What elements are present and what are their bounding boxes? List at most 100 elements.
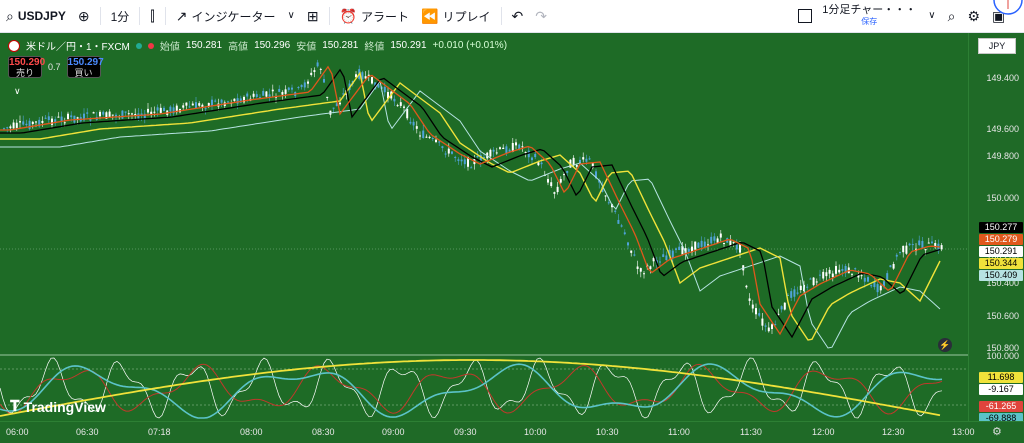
collapse-legend-button[interactable]: ∨ xyxy=(14,86,21,97)
candle-body xyxy=(425,136,428,138)
search-icon: ⌕ xyxy=(6,8,14,24)
time-axis[interactable]: ⚙ 06:00 06:30 07:18 08:00 08:30 09:00 09:30 10:… xyxy=(0,421,1024,443)
gear-icon: ⚙ xyxy=(967,8,980,24)
candle-body xyxy=(675,248,677,250)
chart-type-button[interactable]: ⫿ xyxy=(144,0,160,32)
candle-body xyxy=(198,103,201,106)
candle-body xyxy=(19,121,21,123)
indicators-dropdown[interactable]: ∨ xyxy=(282,0,301,32)
candle-body xyxy=(131,113,133,115)
candle-body xyxy=(812,277,815,286)
candle-body xyxy=(438,141,441,143)
candle-body xyxy=(764,325,767,327)
close-value: 150.291 xyxy=(390,40,427,51)
replay-button[interactable]: ⏪ リプレイ xyxy=(415,0,496,32)
candle-body xyxy=(41,120,44,123)
divider xyxy=(99,7,101,25)
candle-body xyxy=(339,102,341,105)
candle-body xyxy=(214,100,217,102)
price-tag: 150.409 xyxy=(979,270,1023,281)
low-value: 150.281 xyxy=(322,40,359,51)
candle-body xyxy=(899,252,901,254)
candle-body xyxy=(47,116,50,120)
symbol-search[interactable]: ⌕ USDJPY xyxy=(0,0,72,32)
candle-body xyxy=(307,81,309,84)
candle-body xyxy=(495,152,498,154)
candle-body xyxy=(316,62,319,67)
candle-body xyxy=(444,153,447,155)
candle-body xyxy=(188,106,191,108)
quick-search-button[interactable]: ⌕ xyxy=(942,0,962,32)
price-tag: 150.277 xyxy=(979,222,1023,233)
alert-button[interactable]: ⏰ アラート xyxy=(334,0,415,32)
alarm-clock-icon: ⏰ xyxy=(339,8,358,24)
compare-symbol-button[interactable]: ⊕ xyxy=(72,0,96,32)
candle-body xyxy=(460,159,463,162)
candle-body xyxy=(879,285,882,291)
settings-button[interactable]: ⚙ xyxy=(961,0,986,32)
lightning-icon[interactable]: ⚡ xyxy=(938,338,952,352)
candle-body xyxy=(806,286,809,288)
redo-button[interactable]: ↷ xyxy=(529,0,553,32)
candle-body xyxy=(755,308,757,315)
candle-body xyxy=(300,84,303,88)
candle-body xyxy=(195,102,197,109)
candle-body xyxy=(492,149,495,152)
candle-body xyxy=(6,127,9,129)
candle-body xyxy=(863,277,866,282)
candle-body xyxy=(67,113,69,120)
rewind-icon: ⏪ xyxy=(421,8,439,24)
candle-body xyxy=(124,111,127,113)
chart-area[interactable] xyxy=(0,33,968,421)
candle-body xyxy=(35,121,37,123)
candle-body xyxy=(614,210,617,212)
clock-widget xyxy=(992,0,1024,16)
indicators-icon: ↗ xyxy=(175,8,188,24)
currency-button[interactable]: JPY xyxy=(978,38,1016,54)
price-axis[interactable]: 149.400149.600149.800150.000150.200150.4… xyxy=(968,33,1024,424)
time-tick-label: 11:00 xyxy=(668,427,690,437)
candle-body xyxy=(156,107,159,111)
candle-body xyxy=(940,245,943,250)
candle-body xyxy=(262,90,265,96)
candle-body xyxy=(342,93,345,95)
candle-body xyxy=(431,138,434,140)
candle-body xyxy=(831,273,834,278)
candle-body xyxy=(707,244,709,246)
price-tick-label: 150.000 xyxy=(986,193,1019,203)
candle-body xyxy=(649,266,652,270)
interval-button[interactable]: 1分 xyxy=(105,0,136,32)
candle-body xyxy=(396,105,399,107)
candle-body xyxy=(246,93,249,97)
settings-gear-icon[interactable]: ⚙ xyxy=(992,425,1002,438)
candle-body xyxy=(620,225,623,227)
layout-dropdown[interactable]: ∨ xyxy=(922,0,941,32)
sell-button[interactable]: 150.290 売り xyxy=(8,56,45,78)
candle-body xyxy=(255,94,258,97)
candle-body xyxy=(399,102,402,106)
candle-body xyxy=(761,318,764,326)
candle-body xyxy=(886,273,889,281)
ema-orange-line xyxy=(0,65,941,336)
candle-body xyxy=(636,266,639,269)
layout-button[interactable]: 1分足チャー・・・ 保存 xyxy=(792,0,922,32)
high-value: 150.296 xyxy=(254,40,291,51)
candle-body xyxy=(643,273,645,275)
candle-body xyxy=(393,98,396,102)
candle-body xyxy=(521,146,524,148)
candle-body xyxy=(28,120,31,129)
candle-body xyxy=(332,107,335,109)
replay-label: リプレイ xyxy=(442,9,491,24)
candle-body xyxy=(252,93,255,97)
indicators-button[interactable]: ↗ インジケーター xyxy=(170,0,282,32)
candle-body xyxy=(748,298,751,301)
candle-body xyxy=(412,121,415,126)
buy-label: 買い xyxy=(74,68,93,78)
candle-body xyxy=(559,178,562,183)
templates-button[interactable]: ⊞ xyxy=(301,0,325,32)
candle-body xyxy=(719,233,722,238)
tradingview-logo: 𝐓 TradingView xyxy=(10,398,106,415)
undo-button[interactable]: ↶ xyxy=(506,0,530,32)
candle-body xyxy=(457,159,460,161)
buy-button[interactable]: 150.297 買い xyxy=(66,56,104,78)
